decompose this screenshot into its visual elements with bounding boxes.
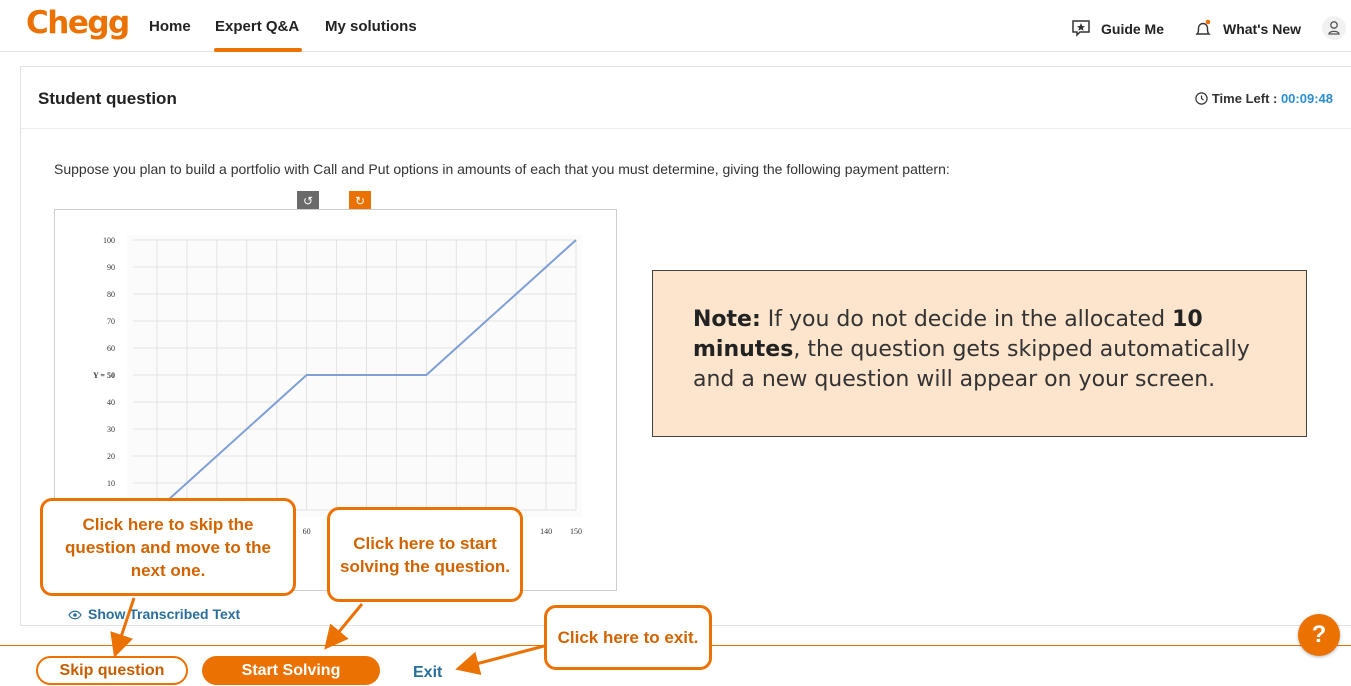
show-transcribed-label: Show Transcribed Text bbox=[88, 606, 241, 622]
whats-new-link[interactable]: What's New bbox=[1223, 21, 1301, 37]
chegg-logo[interactable]: Chegg bbox=[26, 5, 130, 41]
rotate-left-icon[interactable]: ↺ bbox=[297, 191, 319, 211]
rotate-right-icon[interactable]: ↻ bbox=[349, 191, 371, 211]
note-label: Note: bbox=[693, 307, 761, 332]
exit-link[interactable]: Exit bbox=[413, 664, 442, 682]
bell-icon[interactable] bbox=[1193, 19, 1213, 44]
active-tab-indicator bbox=[214, 48, 302, 52]
note-box: Note: If you do not decide in the alloca… bbox=[652, 270, 1307, 437]
callout-start: Click here to start solving the question… bbox=[327, 507, 523, 602]
y-tick-label: 20 bbox=[107, 452, 115, 461]
nav-home[interactable]: Home bbox=[149, 18, 191, 35]
question-text: Suppose you plan to build a portfolio wi… bbox=[54, 161, 950, 177]
time-left-label: Time Left : bbox=[1211, 91, 1281, 106]
clock-icon bbox=[1195, 92, 1208, 108]
y-tick-label: 30 bbox=[107, 425, 115, 434]
card-title: Student question bbox=[38, 89, 177, 108]
page: Chegg Home Expert Q&A My solutions Guide… bbox=[0, 0, 1351, 686]
card-header: Student question Time Left : 00:09:48 bbox=[21, 67, 1351, 129]
arrow-to-exit bbox=[455, 644, 545, 675]
nav-expert-qa[interactable]: Expert Q&A bbox=[215, 18, 299, 35]
x-tick-label: 140 bbox=[540, 527, 552, 536]
x-tick-label: 60 bbox=[303, 527, 311, 536]
nav-my-solutions[interactable]: My solutions bbox=[325, 18, 417, 35]
note-text-part1: If you do not decide in the allocated bbox=[760, 307, 1173, 332]
y-tick-label: 70 bbox=[107, 317, 115, 326]
y-tick-label: 90 bbox=[107, 263, 115, 272]
callout-exit: Click here to exit. bbox=[544, 605, 712, 670]
guide-me-link[interactable]: Guide Me bbox=[1101, 21, 1164, 37]
note-text: Note: If you do not decide in the alloca… bbox=[693, 305, 1273, 395]
time-left: Time Left : 00:09:48 bbox=[1195, 91, 1333, 108]
time-left-value: 00:09:48 bbox=[1280, 91, 1333, 106]
x-tick-label: 150 bbox=[570, 527, 582, 536]
guide-star-icon[interactable] bbox=[1071, 19, 1091, 42]
user-icon[interactable] bbox=[1321, 15, 1347, 46]
top-nav: Chegg Home Expert Q&A My solutions Guide… bbox=[0, 0, 1351, 52]
y-tick-label: 40 bbox=[107, 398, 115, 407]
y-tick-label: 60 bbox=[107, 344, 115, 353]
start-solving-button[interactable]: Start Solving bbox=[202, 656, 380, 685]
help-button[interactable]: ? bbox=[1298, 614, 1340, 656]
y-tick-label: Y = 50 bbox=[93, 371, 115, 380]
skip-question-button[interactable]: Skip question bbox=[36, 656, 188, 685]
eye-icon bbox=[68, 607, 82, 623]
show-transcribed-text[interactable]: Show Transcribed Text bbox=[68, 606, 240, 623]
y-tick-label: 100 bbox=[103, 236, 115, 245]
y-tick-label: 80 bbox=[107, 290, 115, 299]
y-tick-label: 10 bbox=[107, 479, 115, 488]
callout-skip: Click here to skip the question and move… bbox=[40, 498, 296, 596]
